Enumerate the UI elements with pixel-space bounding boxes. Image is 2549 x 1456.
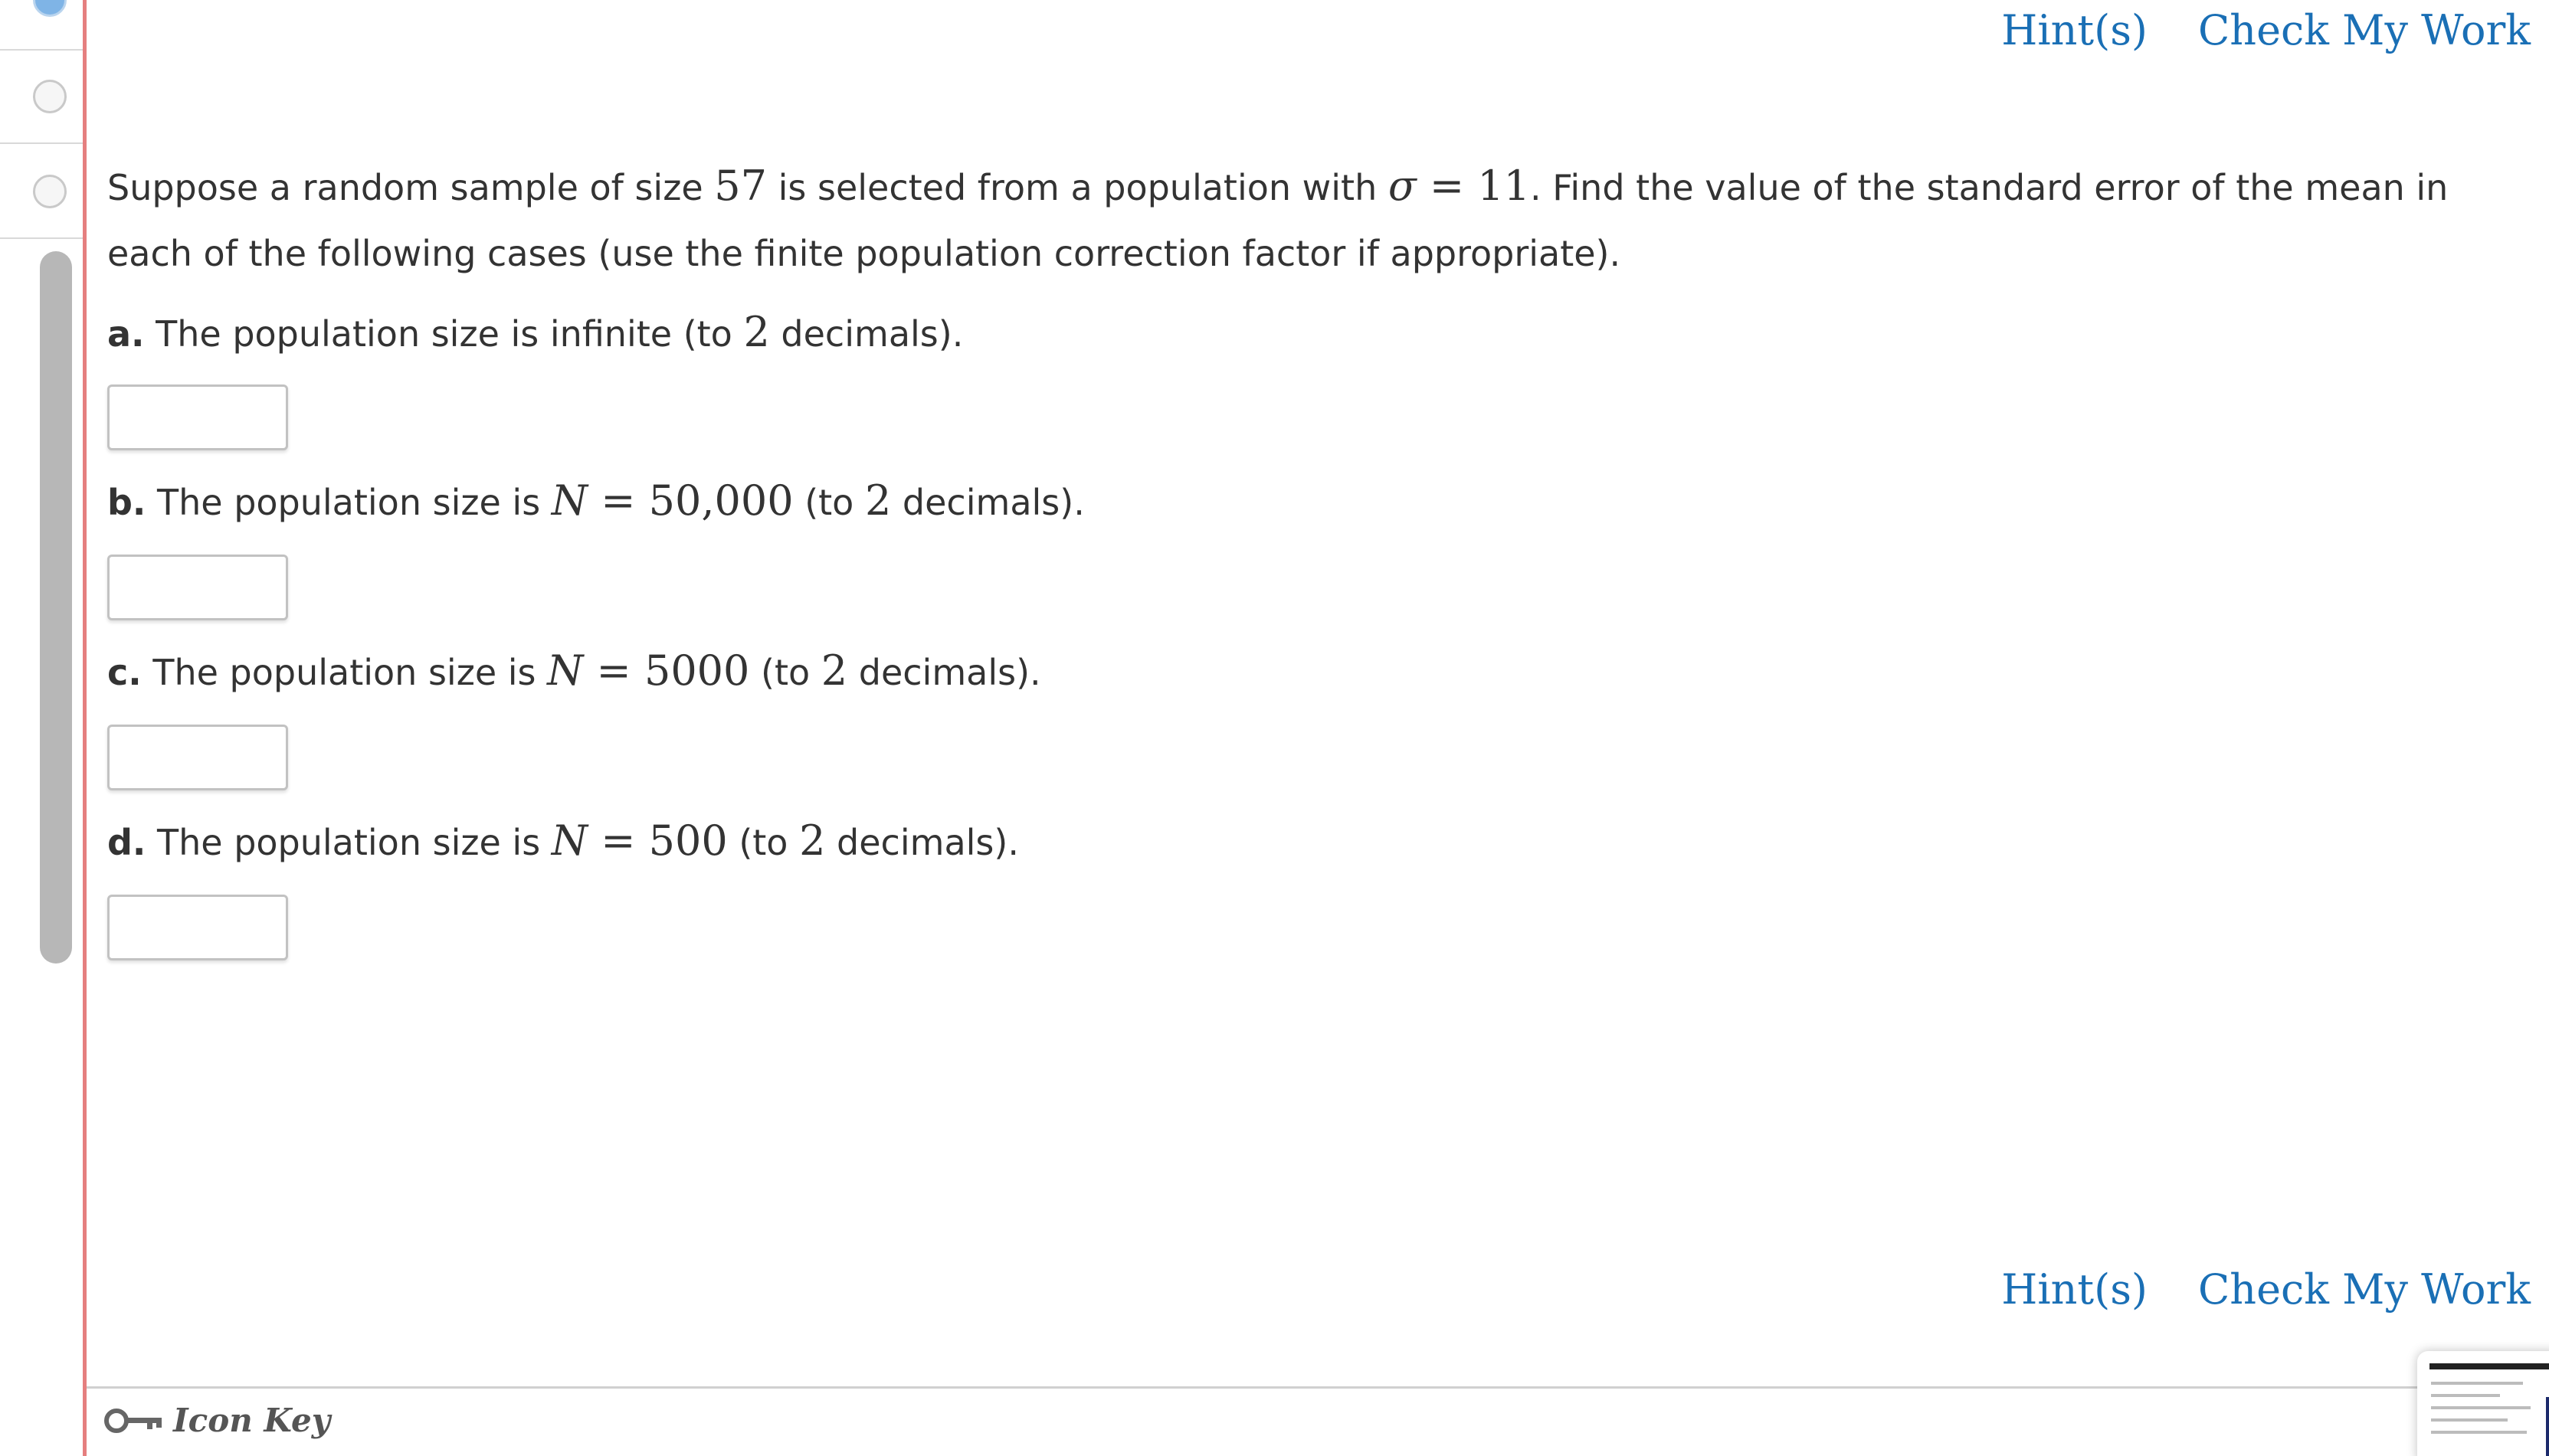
question-nav-radio-current[interactable]: [33, 0, 67, 17]
part-a-label: a. The population size is infinite (to 2…: [107, 308, 963, 356]
part-text: (to: [727, 822, 800, 863]
screenshot-thumbnail[interactable]: [2417, 1351, 2549, 1456]
nav-separator: [0, 49, 83, 51]
thumbnail-line: [2431, 1418, 2508, 1422]
population-size-value: 5000: [644, 646, 750, 695]
check-my-work-link[interactable]: Check My Work: [2198, 1265, 2531, 1314]
prompt-text: . Find the value of the standard error o…: [1530, 167, 2449, 208]
part-a-answer-input[interactable]: [107, 384, 288, 450]
part-text: The population size is: [146, 482, 552, 523]
part-text: decimals).: [825, 822, 1019, 863]
nav-scrollbar[interactable]: [40, 251, 72, 964]
decimals-value: 2: [799, 816, 826, 865]
population-variable: N: [547, 646, 584, 695]
part-letter: c.: [107, 652, 142, 693]
question-prompt: Suppose a random sample of size 57 is se…: [107, 153, 2549, 286]
nav-divider: [83, 0, 87, 1456]
thumbnail-line: [2431, 1431, 2527, 1434]
question-nav-radio[interactable]: [33, 175, 67, 208]
part-text: (to: [793, 482, 865, 523]
part-text: decimals).: [769, 313, 964, 355]
population-variable: N: [551, 476, 588, 525]
population-size-value: 50,000: [648, 476, 794, 525]
part-d-label: d. The population size is N = 500 (to 2 …: [107, 816, 1019, 865]
sample-size-value: 57: [714, 162, 767, 210]
key-icon: [104, 1408, 162, 1433]
prompt-text: is selected from a population with: [766, 167, 1388, 208]
bottom-actions: Hint(s) Check My Work: [2001, 1265, 2531, 1314]
assignment-page: Hint(s) Check My Work Suppose a random s…: [0, 0, 2549, 1456]
top-actions: Hint(s) Check My Work: [2001, 6, 2531, 54]
nav-separator: [0, 237, 83, 239]
part-c-answer-input[interactable]: [107, 725, 288, 790]
part-text: The population size is: [146, 822, 552, 863]
population-size-value: 500: [648, 816, 728, 865]
hints-link[interactable]: Hint(s): [2001, 6, 2148, 54]
sigma-value: 11: [1477, 162, 1531, 210]
part-letter: b.: [107, 482, 146, 523]
thumbnail-dark-panel: [2546, 1397, 2549, 1456]
part-text: The population size is infinite (to: [144, 313, 744, 355]
thumbnail-line: [2431, 1382, 2523, 1385]
thumbnail-line: [2431, 1394, 2500, 1397]
question-nav-radio[interactable]: [33, 80, 67, 113]
prompt-text: Suppose a random sample of size: [107, 167, 715, 208]
population-variable: N: [551, 816, 588, 865]
equals-sign: =: [583, 646, 644, 695]
question-nav: [0, 0, 83, 1456]
part-b-label: b. The population size is N = 50,000 (to…: [107, 476, 1085, 525]
check-my-work-link[interactable]: Check My Work: [2198, 6, 2531, 54]
icon-key-label: Icon Key: [173, 1402, 331, 1439]
part-d-answer-input[interactable]: [107, 895, 288, 960]
part-letter: d.: [107, 822, 146, 863]
part-letter: a.: [107, 313, 145, 355]
part-text: The population size is: [141, 652, 548, 693]
sigma-symbol: σ: [1388, 162, 1417, 210]
part-text: decimals).: [847, 652, 1041, 693]
thumbnail-toolbar: [2429, 1363, 2549, 1369]
part-b-answer-input[interactable]: [107, 555, 288, 620]
decimals-value: 2: [864, 476, 892, 525]
hints-link[interactable]: Hint(s): [2001, 1265, 2148, 1314]
equals-sign: =: [1416, 162, 1478, 210]
icon-key-button[interactable]: Icon Key: [103, 1402, 330, 1439]
equals-sign: =: [588, 476, 649, 525]
equals-sign: =: [588, 816, 649, 865]
prompt-text: each of the following cases (use the fin…: [107, 233, 1621, 274]
decimals-value: 2: [743, 308, 770, 356]
part-text: (to: [749, 652, 821, 693]
thumbnail-line: [2431, 1406, 2531, 1409]
part-c-label: c. The population size is N = 5000 (to 2…: [107, 646, 1041, 695]
footer-divider: [87, 1386, 2549, 1389]
part-text: decimals).: [891, 482, 1085, 523]
nav-separator: [0, 142, 83, 144]
decimals-value: 2: [821, 646, 848, 695]
